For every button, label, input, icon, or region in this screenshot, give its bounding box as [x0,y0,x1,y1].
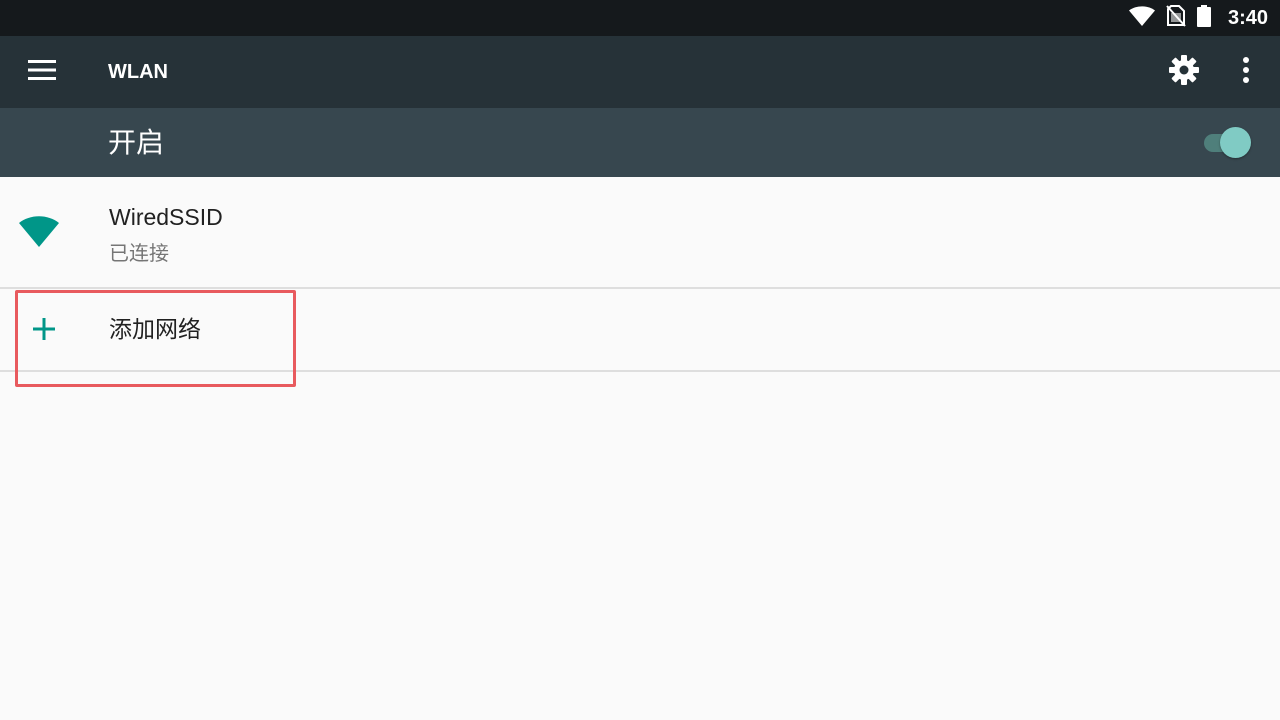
overflow-menu-button[interactable] [1230,52,1262,92]
network-ssid: WiredSSID [109,204,223,230]
app-title: WLAN [108,61,168,83]
add-network-item[interactable]: 添加网络 [0,289,1280,371]
status-icons: 3:40 [1128,0,1268,36]
toggle-thumb [1220,127,1251,158]
wlan-toggle[interactable] [1202,126,1254,158]
wlan-switch-bar[interactable]: 开启 [0,108,1280,177]
switch-label: 开启 [108,126,165,159]
plus-icon [31,316,57,342]
no-sim-icon [1166,4,1186,32]
network-item-wiredssid[interactable]: WiredSSID 已连接 [0,177,1280,287]
settings-gear-icon [1168,54,1200,90]
wifi-signal-icon [1128,5,1156,31]
network-status: 已连接 [109,241,169,265]
menu-button[interactable] [22,54,62,90]
add-network-label: 添加网络 [109,317,201,343]
wlan-settings-screen: 3:40 WLAN 开启 WiredSSID 已连接 添加网络 [0,0,1280,720]
settings-button[interactable] [1164,52,1204,92]
list-divider [0,370,1280,372]
wifi-full-icon [18,215,60,249]
status-time: 3:40 [1227,6,1268,29]
battery-icon [1196,4,1212,32]
menu-icon [28,60,56,84]
status-bar: 3:40 [0,0,1280,36]
overflow-menu-icon [1242,57,1250,87]
app-bar: WLAN [0,36,1280,108]
